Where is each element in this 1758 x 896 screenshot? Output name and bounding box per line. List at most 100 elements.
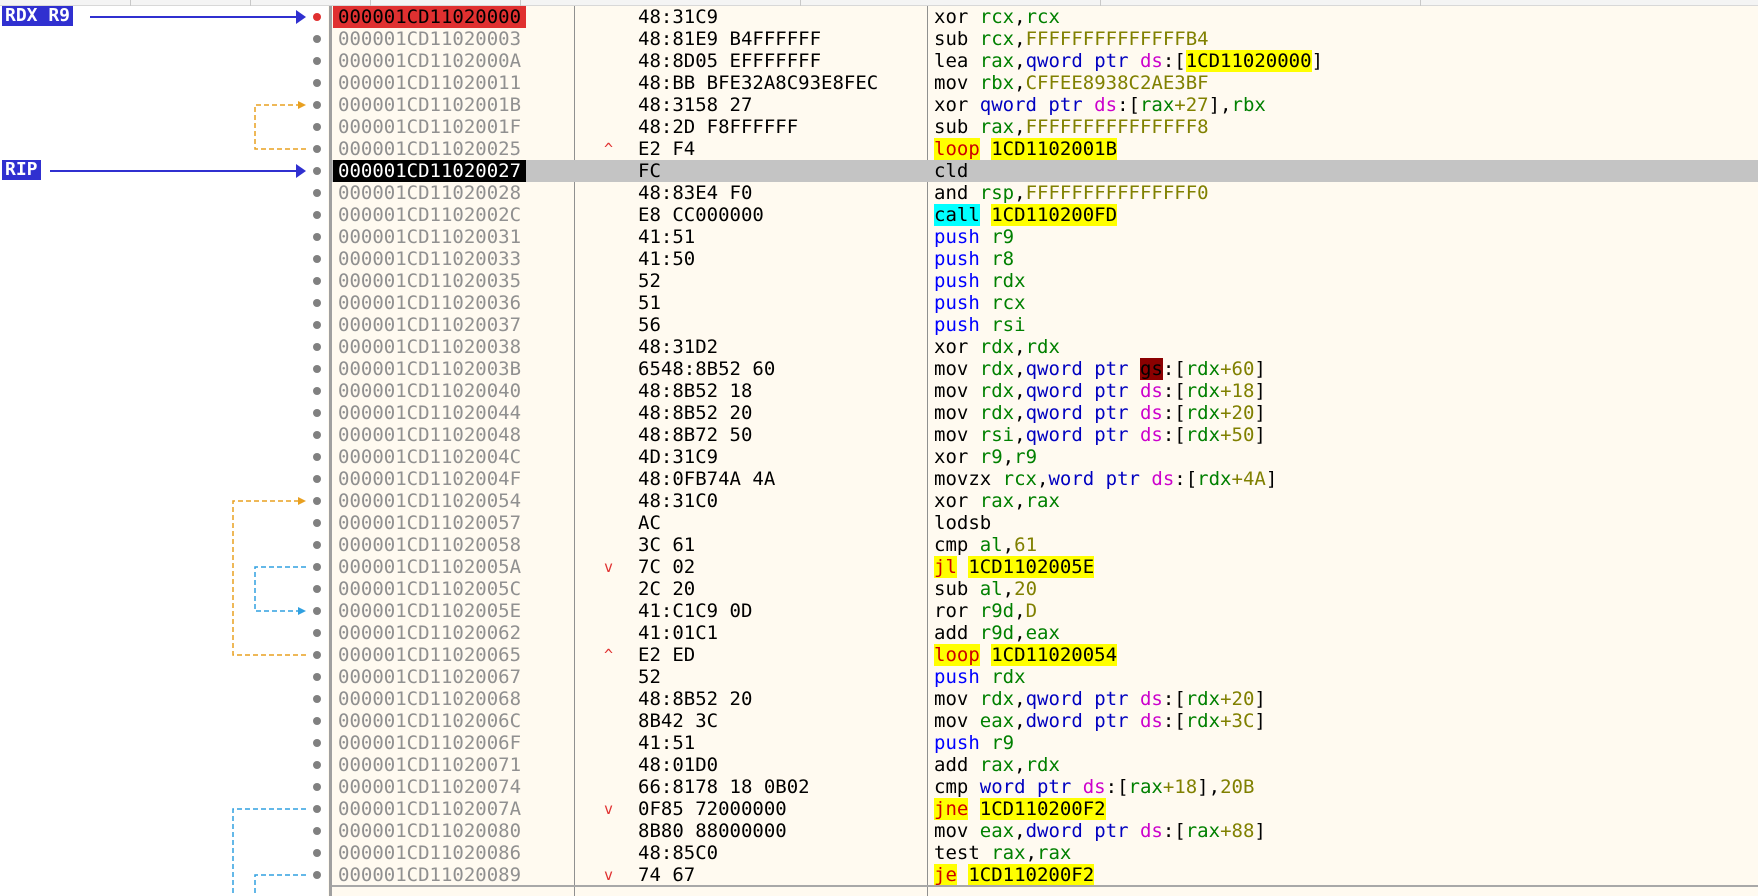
instruction-row[interactable]: 000001CD11020033 41:50 push r8 [332,248,1758,270]
instruction-row[interactable]: 000001CD11020062 41:01C1 add r9d,eax [332,622,1758,644]
breakpoint-toggle[interactable] [313,189,321,197]
breakpoint-toggle[interactable] [313,717,321,725]
breakpoint-toggle[interactable] [313,321,321,329]
breakpoint-toggle[interactable] [313,299,321,307]
breakpoint-toggle[interactable] [313,607,321,615]
operand-token: ds [1139,402,1163,424]
breakpoint-toggle[interactable] [313,695,321,703]
instruction-row[interactable]: 000001CD11020058 3C 61 cmp al,61 [332,534,1758,556]
jump-target[interactable]: 1CD110200FD [991,204,1118,226]
instruction-row[interactable]: 000001CD11020074 66:8178 18 0B02 cmp word … [332,776,1758,798]
breakpoint-toggle[interactable] [313,739,321,747]
instruction-row[interactable]: 000001CD11020031 41:51 push r9 [332,226,1758,248]
breakpoint-toggle[interactable] [313,453,321,461]
instruction-row[interactable]: 000001CD11020067 52 push rdx [332,666,1758,688]
breakpoint-toggle[interactable] [313,343,321,351]
breakpoint-toggle[interactable] [313,233,321,241]
disassembly-view[interactable]: 000001CD11020000 48:31C9 xor rcx,rcx 000001… [332,6,1758,886]
breakpoint-toggle[interactable] [313,871,321,879]
instruction-row[interactable]: 000001CD11020086 48:85C0 test rax,rax [332,842,1758,864]
operand-token: qword ptr [1025,402,1140,424]
instruction-row[interactable]: 000001CD1102005C 2C 20 sub al,20 [332,578,1758,600]
operand-token: rax [1025,490,1060,512]
breakpoint-toggle[interactable] [313,123,321,131]
instruction-address: 000001CD1102005C [338,578,522,600]
breakpoint-toggle[interactable] [313,277,321,285]
instruction-row[interactable]: 000001CD1102005A v 7C 02 jl 1CD1102005E [332,556,1758,578]
jump-target[interactable]: 1CD1102005E [968,556,1095,578]
jump-target[interactable]: 1CD110200F2 [979,798,1106,820]
instruction-row[interactable]: 000001CD11020048 48:8B72 50 mov rsi,qword … [332,424,1758,446]
breakpoint-toggle[interactable] [313,57,321,65]
instruction-row[interactable]: 000001CD11020027 FC cld [332,160,1758,182]
breakpoint-toggle[interactable] [313,805,321,813]
mnemonic: push [934,226,980,248]
instruction-row[interactable]: 000001CD11020071 48:01D0 add rax,rdx [332,754,1758,776]
operand-token: qword ptr [1025,358,1140,380]
horizontal-scrollbar-edge[interactable] [332,885,1758,887]
breakpoint-toggle[interactable] [313,563,321,571]
breakpoint-toggle[interactable] [313,101,321,109]
breakpoint-toggle[interactable] [313,497,321,505]
breakpoint-toggle[interactable] [313,255,321,263]
breakpoint-toggle[interactable] [313,79,321,87]
instruction-row[interactable]: 000001CD1102001B 48:3158 27 xor qword ptr … [332,94,1758,116]
instruction-row[interactable]: 000001CD1102000A 48:8D05 EFFFFFFF lea rax,… [332,50,1758,72]
breakpoint-toggle[interactable] [313,651,321,659]
operand-token: rbx [1231,94,1266,116]
instruction-row[interactable]: 000001CD1102002C E8 CC000000 call 1CD11020… [332,204,1758,226]
jump-target[interactable]: 1CD11020054 [991,644,1118,666]
instruction-row[interactable]: 000001CD11020065 ^ E2 ED loop 1CD11020054 [332,644,1758,666]
instruction-row[interactable]: 000001CD11020000 48:31C9 xor rcx,rcx [332,6,1758,28]
instruction-row[interactable]: 000001CD11020044 48:8B52 20 mov rdx,qword … [332,402,1758,424]
instruction-bytes: 48:83E4 F0 [638,182,753,204]
instruction-row[interactable]: 000001CD11020003 48:81E9 B4FFFFFF sub rcx,… [332,28,1758,50]
breakpoint-toggle[interactable] [313,827,321,835]
breakpoint-toggle[interactable] [313,519,321,527]
instruction-row[interactable]: 000001CD11020038 48:31D2 xor rdx,rdx [332,336,1758,358]
breakpoint-icon[interactable] [313,13,321,21]
instruction-row[interactable]: 000001CD1102006C 8B42 3C mov eax,dword ptr… [332,710,1758,732]
instruction-row[interactable]: 000001CD1102006F 41:51 push r9 [332,732,1758,754]
breakpoint-toggle[interactable] [313,211,321,219]
instruction-row[interactable]: 000001CD11020028 48:83E4 F0 and rsp,FFFFFF… [332,182,1758,204]
breakpoint-toggle[interactable] [313,849,321,857]
breakpoint-toggle[interactable] [313,431,321,439]
breakpoint-toggle[interactable] [313,585,321,593]
jump-target[interactable]: 1CD1102001B [991,138,1118,160]
instruction-row[interactable]: 000001CD11020040 48:8B52 18 mov rdx,qword … [332,380,1758,402]
instruction-bytes: E2 ED [638,644,696,666]
instruction-row[interactable]: 000001CD11020011 48:BB BFE32A8C93E8FEC mov… [332,72,1758,94]
breakpoint-toggle[interactable] [313,35,321,43]
instruction-row[interactable]: 000001CD11020035 52 push rdx [332,270,1758,292]
breakpoint-toggle[interactable] [313,409,321,417]
instruction-row[interactable]: 000001CD1102004F 48:0FB74A 4A movzx rcx,wo… [332,468,1758,490]
breakpoint-toggle[interactable] [313,475,321,483]
jump-target[interactable]: 1CD110200F2 [968,864,1095,886]
instruction-row[interactable]: 000001CD11020057 AC lodsb [332,512,1758,534]
breakpoint-toggle[interactable] [313,167,321,175]
breakpoint-toggle[interactable] [313,783,321,791]
instruction-row[interactable]: 000001CD11020089 v 74 67 je 1CD110200F2 [332,864,1758,886]
breakpoint-toggle[interactable] [313,629,321,637]
instruction-row[interactable]: 000001CD11020025 ^ E2 F4 loop 1CD1102001B [332,138,1758,160]
instruction-row[interactable]: 000001CD1102007A v 0F85 72000000 jne 1CD110… [332,798,1758,820]
breakpoint-toggle[interactable] [313,761,321,769]
instruction-row[interactable]: 000001CD11020037 56 push rsi [332,314,1758,336]
instruction-row[interactable]: 000001CD1102001F 48:2D F8FFFFFF sub rax,FF… [332,116,1758,138]
instruction-row[interactable]: 000001CD11020080 8B80 88000000 mov eax,dwo… [332,820,1758,842]
instruction-row[interactable]: 000001CD11020068 48:8B52 20 mov rdx,qword … [332,688,1758,710]
operand-token: , [1014,50,1026,72]
instruction-row[interactable]: 000001CD1102004C 4D:31C9 xor r9,r9 [332,446,1758,468]
breakpoint-toggle[interactable] [313,673,321,681]
instruction-row[interactable]: 000001CD1102003B 6548:8B52 60 mov rdx,qwor… [332,358,1758,380]
instruction-row[interactable]: 000001CD1102005E 41:C1C9 0D ror r9d,D [332,600,1758,622]
instruction-row[interactable]: 000001CD11020036 51 push rcx [332,292,1758,314]
breakpoint-toggle[interactable] [313,387,321,395]
breakpoint-toggle[interactable] [313,365,321,373]
instruction-disassembly: mov rdx,qword ptr ds:[rdx+20] [934,402,1266,424]
instruction-row[interactable]: 000001CD11020054 48:31C0 xor rax,rax [332,490,1758,512]
breakpoint-toggle[interactable] [313,541,321,549]
breakpoint-toggle[interactable] [313,145,321,153]
jump-target[interactable]: 1CD11020000 [1185,50,1312,72]
